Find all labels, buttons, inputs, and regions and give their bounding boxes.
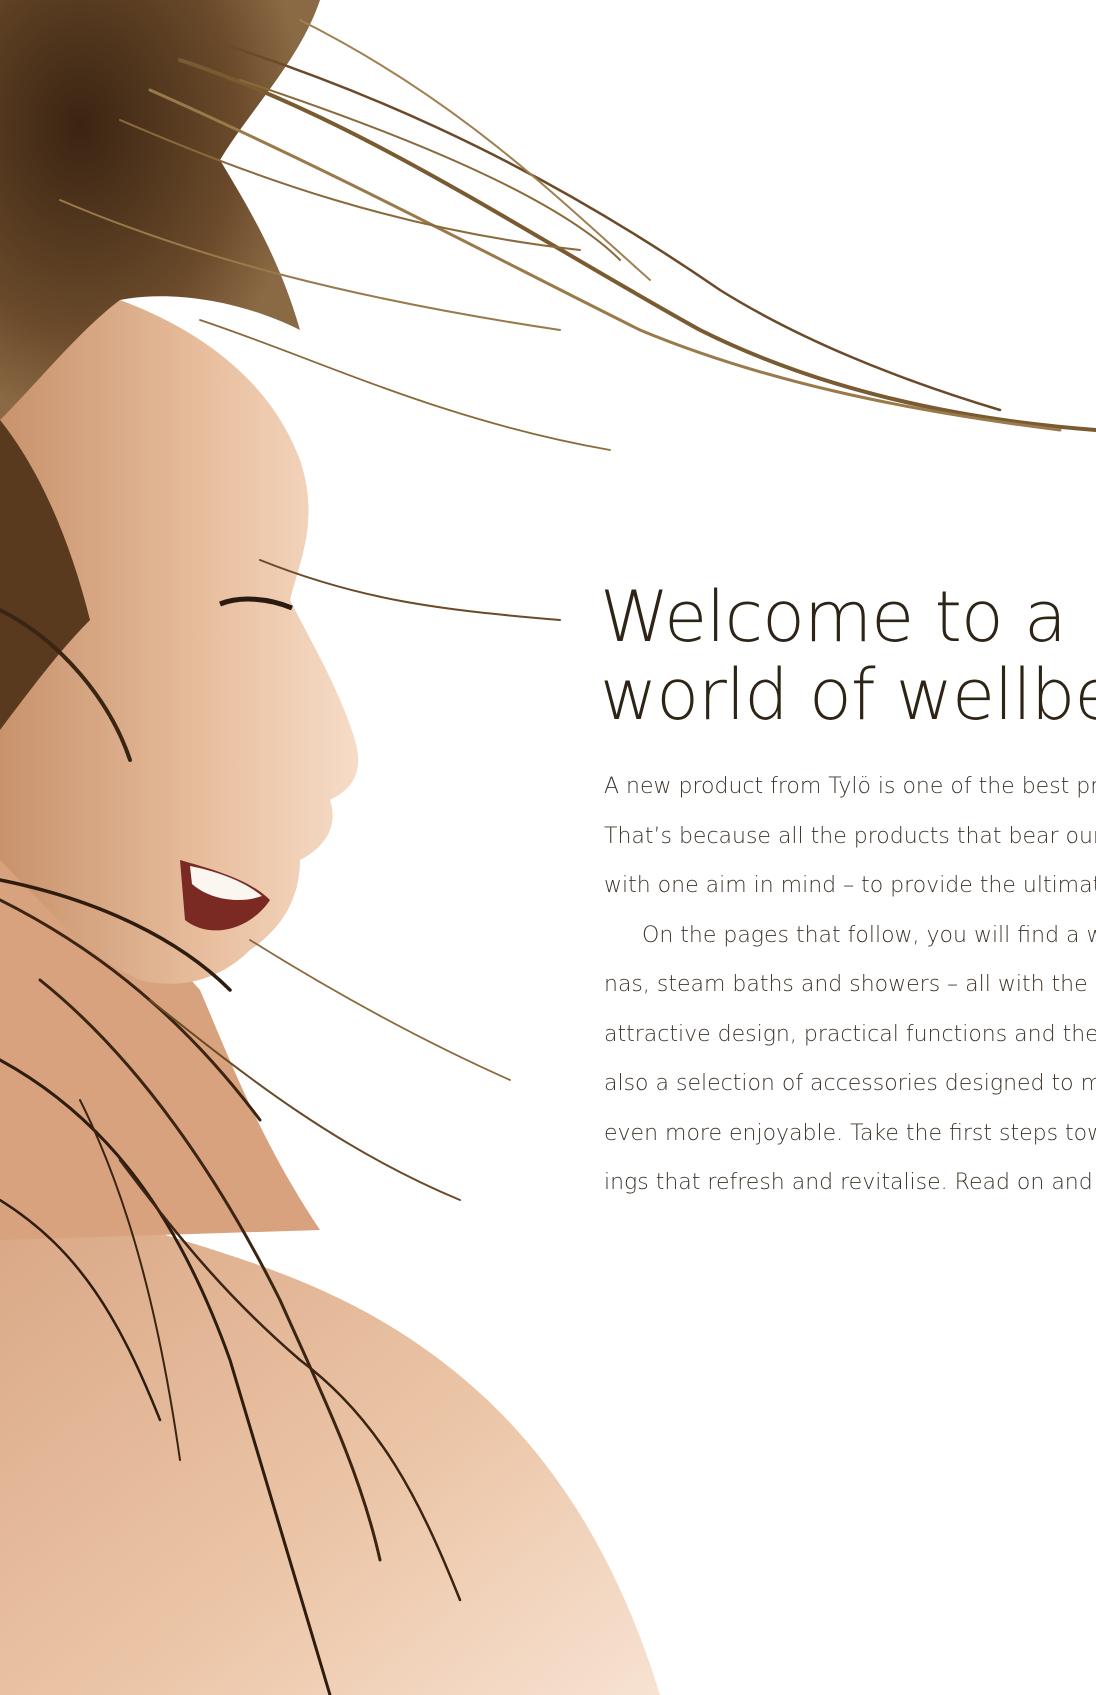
body-line: also a selection of accessories designed… xyxy=(604,1071,1096,1096)
headline-line-1: Welcome to a xyxy=(600,576,1067,658)
body-line: ings that refresh and revitalise. Read o… xyxy=(604,1170,1096,1195)
body-line: A new product from Tylö is one of the be… xyxy=(604,774,1096,799)
brochure-page: Welcome to a world of wellbein A new pro… xyxy=(0,0,1096,1695)
body-line: nas, steam baths and showers – all with … xyxy=(604,972,1096,997)
headline: Welcome to a world of wellbein xyxy=(600,578,1096,734)
body-line: That’s because all the products that bea… xyxy=(604,823,1096,849)
headline-line-2: world of wellbein xyxy=(600,654,1096,736)
body-line: even more enjoyable. Take the first step… xyxy=(604,1120,1096,1146)
body-line: with one aim in mind – to provide the ul… xyxy=(604,873,1096,898)
shoulder-shape xyxy=(0,1180,660,1695)
intro-paragraph: A new product from Tylö is one of the be… xyxy=(604,762,1096,1208)
body-line: attractive design, practical functions a… xyxy=(604,1021,1096,1047)
body-line: On the pages that follow, you will find … xyxy=(642,922,1096,948)
